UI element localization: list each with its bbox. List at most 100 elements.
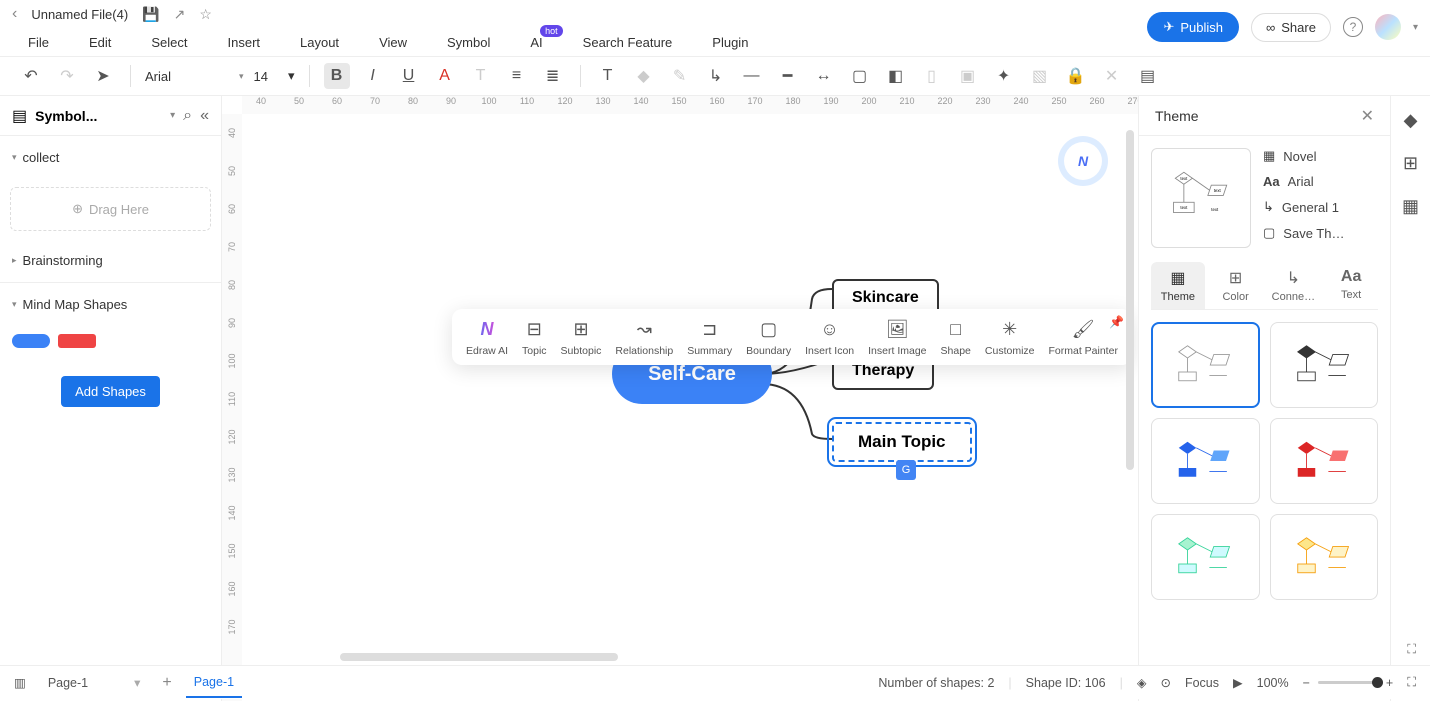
- menu-search-feature[interactable]: Search Feature: [583, 35, 673, 50]
- ft-relationship[interactable]: ↝Relationship: [615, 317, 673, 357]
- theme-option-1[interactable]: [1151, 322, 1260, 408]
- target-icon[interactable]: ⊙: [1160, 675, 1170, 690]
- apps-icon[interactable]: ▦: [1402, 196, 1419, 217]
- cursor-icon[interactable]: ➤: [90, 63, 116, 89]
- menu-edit[interactable]: Edit: [89, 35, 111, 50]
- theme-option-2[interactable]: [1270, 322, 1379, 408]
- expand-icon[interactable]: ⛶: [1407, 642, 1416, 657]
- zoom-in-icon[interactable]: +: [1386, 676, 1393, 690]
- favorite-icon[interactable]: ☆: [199, 6, 212, 23]
- canvas[interactable]: N Self-Care Skincare Therapy Main Topic …: [242, 114, 1138, 701]
- publish-button[interactable]: ✈Publish: [1147, 12, 1239, 42]
- drag-here-zone[interactable]: ⊕Drag Here: [10, 187, 211, 231]
- ft-insert-icon[interactable]: ☺Insert Icon: [805, 317, 854, 357]
- ft-customize[interactable]: ✳Customize: [985, 317, 1035, 357]
- arrow-style-icon[interactable]: ↔: [811, 63, 837, 89]
- collapse-icon[interactable]: «: [200, 107, 209, 125]
- ai-assistant-badge[interactable]: N: [1064, 142, 1102, 180]
- shape-floating-topic[interactable]: [58, 334, 96, 348]
- tools-icon[interactable]: ✕: [1099, 63, 1125, 89]
- shape-main-idea[interactable]: [12, 334, 50, 348]
- send-back-icon[interactable]: ▢: [847, 63, 873, 89]
- menu-insert[interactable]: Insert: [228, 35, 261, 50]
- play-icon[interactable]: ▶: [1233, 675, 1243, 690]
- theme-option-4[interactable]: [1270, 418, 1379, 504]
- ft-edraw-ai[interactable]: NEdraw AI: [466, 317, 508, 357]
- menu-symbol[interactable]: Symbol: [447, 35, 490, 50]
- search-icon[interactable]: ⌕: [183, 107, 192, 125]
- text-tool-icon[interactable]: T: [595, 63, 621, 89]
- help-icon[interactable]: ?: [1343, 17, 1363, 37]
- line-color-icon[interactable]: ✎: [667, 63, 693, 89]
- menu-view[interactable]: View: [379, 35, 407, 50]
- crop-icon[interactable]: ▧: [1027, 63, 1053, 89]
- fill-shape-icon[interactable]: ◆: [631, 63, 657, 89]
- theme-option-3[interactable]: [1151, 418, 1260, 504]
- avatar-caret-icon[interactable]: ▾: [1413, 22, 1418, 33]
- add-shapes-button[interactable]: Add Shapes: [61, 376, 160, 407]
- collect-section[interactable]: ▾collect: [12, 144, 209, 171]
- focus-label[interactable]: Focus: [1185, 676, 1219, 690]
- tab-color[interactable]: ⊞Color: [1209, 262, 1263, 309]
- pages-icon[interactable]: ▥: [14, 675, 26, 690]
- mindmap-shapes-section[interactable]: ▾Mind Map Shapes: [12, 291, 209, 318]
- menu-plugin[interactable]: Plugin: [712, 35, 748, 50]
- theme-option-6[interactable]: [1270, 514, 1379, 600]
- undo-icon[interactable]: ↶: [18, 63, 44, 89]
- zoom-out-icon[interactable]: −: [1303, 676, 1310, 690]
- theme-font[interactable]: AaArial: [1263, 174, 1378, 189]
- line-weight-icon[interactable]: ━: [775, 63, 801, 89]
- close-icon[interactable]: ✕: [1361, 106, 1374, 126]
- align-objects-icon[interactable]: ▯: [919, 63, 945, 89]
- zoom-value[interactable]: 100%: [1257, 676, 1289, 690]
- font-color-icon[interactable]: A: [432, 63, 458, 89]
- menu-select[interactable]: Select: [151, 35, 187, 50]
- lock-icon[interactable]: 🔒: [1063, 63, 1089, 89]
- translate-icon[interactable]: G: [896, 460, 916, 480]
- chevron-down-icon[interactable]: ▾: [170, 110, 175, 121]
- selected-topic[interactable]: Main Topic: [832, 422, 972, 462]
- ft-summary[interactable]: ⊐Summary: [687, 317, 732, 357]
- brainstorming-section[interactable]: ▸Brainstorming: [12, 247, 209, 274]
- align-vert-icon[interactable]: ≣: [540, 63, 566, 89]
- page-selector[interactable]: Page-1▾: [40, 671, 149, 694]
- italic-icon[interactable]: I: [360, 63, 386, 89]
- theme-connector[interactable]: ↳General 1: [1263, 199, 1378, 215]
- ft-topic[interactable]: ⊟Topic: [522, 317, 547, 357]
- ft-format-painter[interactable]: 🖌Format Painter: [1049, 317, 1118, 357]
- export-icon[interactable]: ↗: [174, 6, 186, 23]
- line-style-icon[interactable]: —: [739, 63, 765, 89]
- ft-insert-image[interactable]: 🖼Insert Image: [868, 317, 926, 357]
- zoom-slider[interactable]: [1318, 681, 1378, 684]
- font-size-selector[interactable]: 14▾: [254, 68, 295, 84]
- page-setup-icon[interactable]: ▤: [1135, 63, 1161, 89]
- page-tab-1[interactable]: Page-1: [186, 668, 242, 698]
- distribute-icon[interactable]: ▣: [955, 63, 981, 89]
- paint-bucket-icon[interactable]: ◆: [1404, 110, 1418, 131]
- menu-file[interactable]: File: [28, 35, 49, 50]
- ft-shape[interactable]: □Shape: [941, 317, 971, 357]
- fullscreen-icon[interactable]: ⛶: [1407, 675, 1416, 690]
- vertical-scrollbar[interactable]: [1126, 130, 1134, 470]
- save-icon[interactable]: 💾: [142, 6, 159, 23]
- bring-front-icon[interactable]: ◧: [883, 63, 909, 89]
- back-icon[interactable]: ‹: [12, 5, 17, 23]
- effects-icon[interactable]: ✦: [991, 63, 1017, 89]
- menu-ai[interactable]: AIhot: [530, 35, 542, 50]
- theme-save[interactable]: ▢Save Th…: [1263, 225, 1378, 241]
- redo-icon[interactable]: ↷: [54, 63, 80, 89]
- tab-connector[interactable]: ↳Conne…: [1267, 262, 1321, 309]
- bold-icon[interactable]: B: [324, 63, 350, 89]
- ft-subtopic[interactable]: ⊞Subtopic: [561, 317, 602, 357]
- add-panel-icon[interactable]: ⊞: [1403, 153, 1418, 174]
- underline-icon[interactable]: U: [396, 63, 422, 89]
- connector-icon[interactable]: ↳: [703, 63, 729, 89]
- horizontal-scrollbar[interactable]: [340, 653, 618, 661]
- add-page-icon[interactable]: +: [162, 674, 171, 692]
- tab-text[interactable]: AaText: [1324, 262, 1378, 309]
- menu-layout[interactable]: Layout: [300, 35, 339, 50]
- theme-novel[interactable]: ▦Novel: [1263, 148, 1378, 164]
- pin-icon[interactable]: 📌: [1109, 315, 1124, 329]
- avatar[interactable]: [1375, 14, 1401, 40]
- tab-theme[interactable]: ▦Theme: [1151, 262, 1205, 309]
